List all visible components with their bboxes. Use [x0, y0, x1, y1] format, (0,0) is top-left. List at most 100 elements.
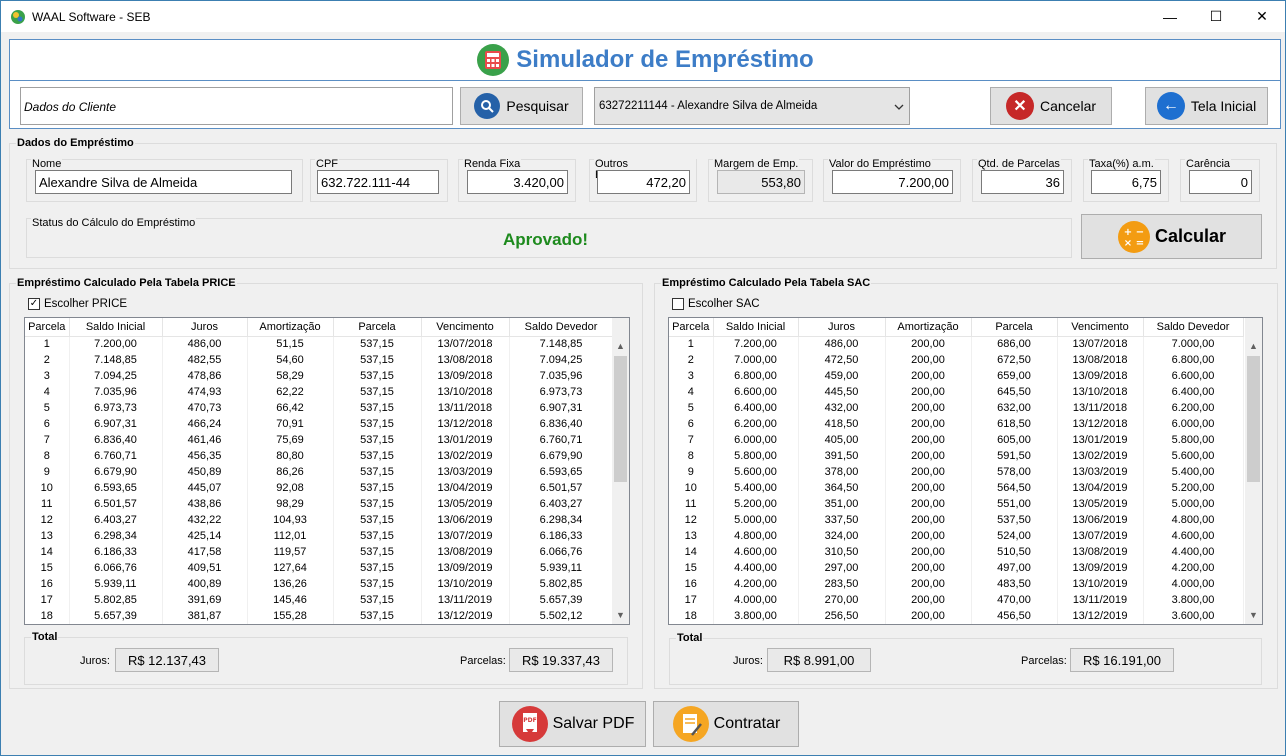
table-row[interactable]: 17 4.000,00 270,00 200,00 470,00 13/11/2019 3.… [669, 592, 1244, 608]
other-loans-field[interactable]: 472,20 [597, 170, 690, 194]
table-row[interactable]: 12 6.403,27 432,22 104,93 537,15 13/06/2019 6.… [25, 512, 614, 528]
contract-button[interactable]: Contratar [653, 701, 799, 747]
table-row[interactable]: 10 5.400,00 364,50 200,00 564,50 13/04/2019 5.… [669, 480, 1244, 496]
table-row[interactable]: 18 3.800,00 256,50 200,00 456,50 13/12/2019 3.… [669, 608, 1244, 624]
table-row[interactable]: 13 4.800,00 324,00 200,00 524,00 13/07/2019 4.… [669, 528, 1244, 544]
home-button[interactable]: ← Tela Inicial [1145, 87, 1268, 125]
scroll-up-icon[interactable]: ▲ [1245, 338, 1262, 355]
close-button[interactable]: ✕ [1239, 1, 1285, 32]
col-header[interactable]: Juros [162, 318, 248, 337]
table-cell: 537,15 [333, 496, 422, 512]
scroll-down-icon[interactable]: ▼ [612, 607, 629, 624]
loan-value-field[interactable]: 7.200,00 [832, 170, 953, 194]
sac-checkbox-label: Escolher SAC [688, 298, 760, 310]
table-row[interactable]: 1 7.200,00 486,00 200,00 686,00 13/07/2018 7.0… [669, 336, 1244, 352]
table-row[interactable]: 7 6.836,40 461,46 75,69 537,15 13/01/2019 6.76… [25, 432, 614, 448]
installments-field[interactable]: 36 [981, 170, 1064, 194]
table-row[interactable]: 15 4.400,00 297,00 200,00 497,00 13/09/2019 4.… [669, 560, 1244, 576]
col-header[interactable]: Saldo Devedor [1143, 318, 1244, 337]
toolbar: Dados do Cliente Pesquisar 63272211144 -… [9, 81, 1281, 129]
sac-scrollbar[interactable]: ▲ ▼ [1245, 318, 1262, 624]
table-row[interactable]: 14 4.600,00 310,50 200,00 510,50 13/08/2019 4.… [669, 544, 1244, 560]
price-scrollbar[interactable]: ▲ ▼ [612, 318, 629, 624]
col-header[interactable]: Saldo Devedor [509, 318, 614, 337]
table-row[interactable]: 11 6.501,57 438,86 98,29 537,15 13/05/2019 6.4… [25, 496, 614, 512]
scroll-thumb[interactable] [1247, 356, 1260, 482]
save-pdf-button[interactable]: PDF Salvar PDF [499, 701, 646, 747]
table-cell: 537,15 [333, 416, 422, 432]
col-header[interactable]: Vencimento [1057, 318, 1144, 337]
col-header[interactable]: Amortização [885, 318, 972, 337]
table-cell: 13/03/2019 [1057, 464, 1144, 480]
table-cell: 51,15 [247, 336, 334, 352]
table-row[interactable]: 17 5.802,85 391,69 145,46 537,15 13/11/2019 5.… [25, 592, 614, 608]
col-header[interactable]: Saldo Inicial [713, 318, 799, 337]
table-row[interactable]: 6 6.907,31 466,24 70,91 537,15 13/12/2018 6.83… [25, 416, 614, 432]
table-row[interactable]: 4 7.035,96 474,93 62,22 537,15 13/10/2018 6.97… [25, 384, 614, 400]
table-row[interactable]: 4 6.600,00 445,50 200,00 645,50 13/10/2018 6.4… [669, 384, 1244, 400]
table-cell: 13/10/2018 [421, 384, 510, 400]
col-header[interactable]: Saldo Inicial [69, 318, 163, 337]
scroll-thumb[interactable] [614, 356, 627, 482]
table-header-row: Parcela Saldo Inicial Juros Amortização … [25, 318, 614, 337]
table-row[interactable]: 18 5.657,39 381,87 155,28 537,15 13/12/2019 5.… [25, 608, 614, 624]
grace-field[interactable]: 0 [1189, 170, 1252, 194]
col-header[interactable]: Parcela [971, 318, 1058, 337]
client-select[interactable]: 63272211144 - Alexandre Silva de Almeida [594, 87, 910, 125]
sac-installments-total: R$ 16.191,00 [1070, 648, 1174, 672]
table-row[interactable]: 5 6.973,73 470,73 66,42 537,15 13/11/2018 6.90… [25, 400, 614, 416]
table-row[interactable]: 5 6.400,00 432,00 200,00 632,00 13/11/2018 6.2… [669, 400, 1244, 416]
income-field[interactable]: 3.420,00 [467, 170, 568, 194]
sac-table[interactable]: Parcela Saldo Inicial Juros Amortização … [668, 317, 1263, 625]
name-field[interactable]: Alexandre Silva de Almeida [35, 170, 292, 194]
calculate-button[interactable]: + − × = Calcular [1081, 214, 1262, 259]
table-row[interactable]: 11 5.200,00 351,00 200,00 551,00 13/05/2019 5.… [669, 496, 1244, 512]
col-header[interactable]: Parcela [333, 318, 422, 337]
col-header[interactable]: Vencimento [421, 318, 510, 337]
cancel-button[interactable]: ✕ Cancelar [990, 87, 1112, 125]
table-cell: 13/05/2019 [421, 496, 510, 512]
rate-field[interactable]: 6,75 [1091, 170, 1161, 194]
maximize-button[interactable]: ☐ [1193, 1, 1239, 32]
col-header[interactable]: Juros [798, 318, 886, 337]
table-row[interactable]: 12 5.000,00 337,50 200,00 537,50 13/06/2019 4.… [669, 512, 1244, 528]
table-row[interactable]: 1 7.200,00 486,00 51,15 537,15 13/07/2018 7.14… [25, 336, 614, 352]
rate-label: Taxa(%) a.m. [1088, 158, 1155, 170]
search-button[interactable]: Pesquisar [460, 87, 583, 125]
col-header[interactable]: Parcela [669, 318, 714, 337]
table-row[interactable]: 3 7.094,25 478,86 58,29 537,15 13/09/2018 7.03… [25, 368, 614, 384]
table-row[interactable]: 8 6.760,71 456,35 80,80 537,15 13/02/2019 6.67… [25, 448, 614, 464]
table-row[interactable]: 2 7.148,85 482,55 54,60 537,15 13/08/2018 7.09… [25, 352, 614, 368]
price-table[interactable]: Parcela Saldo Inicial Juros Amortização … [24, 317, 630, 625]
maximize-icon: ☐ [1209, 8, 1223, 24]
table-row[interactable]: 16 4.200,00 283,50 200,00 483,50 13/10/2019 4.… [669, 576, 1244, 592]
scroll-up-icon[interactable]: ▲ [612, 338, 629, 355]
client-data-field[interactable]: Dados do Cliente [20, 87, 453, 125]
table-row[interactable]: 6 6.200,00 418,50 200,00 618,50 13/12/2018 6.0… [669, 416, 1244, 432]
table-row[interactable]: 14 6.186,33 417,58 119,57 537,15 13/08/2019 6.… [25, 544, 614, 560]
table-row[interactable]: 10 6.593,65 445,07 92,08 537,15 13/04/2019 6.5… [25, 480, 614, 496]
table-row[interactable]: 3 6.800,00 459,00 200,00 659,00 13/09/2018 6.6… [669, 368, 1244, 384]
minimize-button[interactable]: — [1147, 1, 1193, 32]
table-row[interactable]: 2 7.000,00 472,50 200,00 672,50 13/08/2018 6.8… [669, 352, 1244, 368]
col-header[interactable]: Parcela [25, 318, 70, 337]
table-cell: 409,51 [162, 560, 248, 576]
table-row[interactable]: 7 6.000,00 405,00 200,00 605,00 13/01/2019 5.8… [669, 432, 1244, 448]
table-row[interactable]: 8 5.800,00 391,50 200,00 591,50 13/02/2019 5.6… [669, 448, 1244, 464]
cpf-field[interactable]: 632.722.111-44 [317, 170, 439, 194]
table-row[interactable]: 16 5.939,11 400,89 136,26 537,15 13/10/2019 5.… [25, 576, 614, 592]
scroll-down-icon[interactable]: ▼ [1245, 607, 1262, 624]
table-row[interactable]: 9 5.600,00 378,00 200,00 578,00 13/03/2019 5.4… [669, 464, 1244, 480]
table-cell: 5.800,00 [1143, 432, 1244, 448]
sac-checkbox[interactable]: Escolher SAC [672, 298, 760, 310]
price-checkbox[interactable]: ✓ Escolher PRICE [28, 298, 127, 310]
col-header[interactable]: Amortização [247, 318, 334, 337]
table-cell: 6.400,00 [1143, 384, 1244, 400]
loan-data-title: Dados do Empréstimo [17, 137, 134, 149]
table-row[interactable]: 15 6.066,76 409,51 127,64 537,15 13/09/2019 5.… [25, 560, 614, 576]
table-row[interactable]: 13 6.298,34 425,14 112,01 537,15 13/07/2019 6.… [25, 528, 614, 544]
table-cell: 17 [669, 592, 714, 608]
table-cell: 497,00 [971, 560, 1058, 576]
grace-group: Carência 0 [1180, 159, 1260, 202]
table-row[interactable]: 9 6.679,90 450,89 86,26 537,15 13/03/2019 6.59… [25, 464, 614, 480]
